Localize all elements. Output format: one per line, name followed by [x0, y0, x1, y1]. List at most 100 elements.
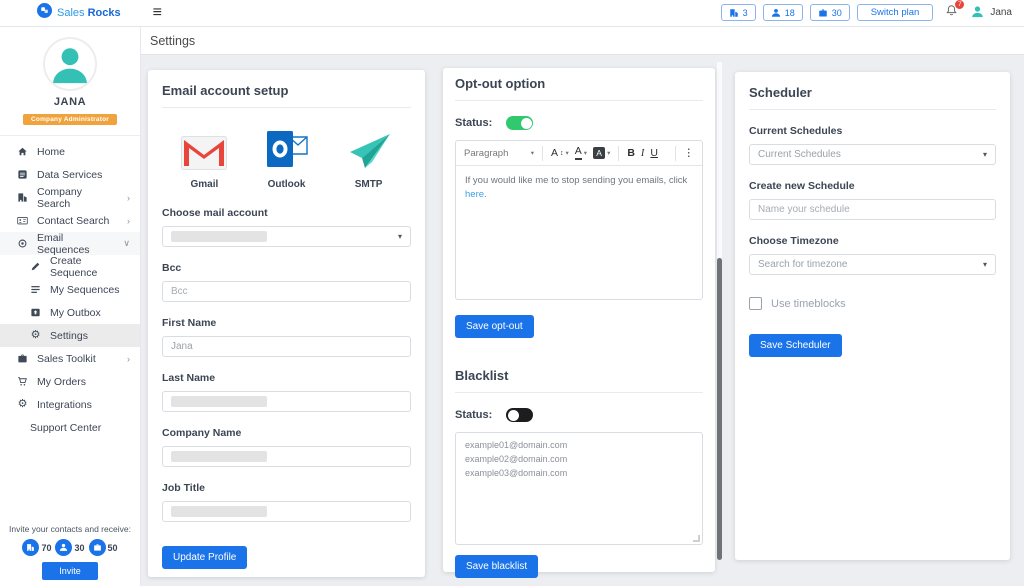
editor-content[interactable]: If you would like me to stop sending you… — [456, 166, 702, 299]
brand-name: Sales Rocks — [57, 7, 121, 19]
sidebar-item-email-sequences[interactable]: Email Sequences ∨ — [0, 232, 140, 255]
updown-arrow-icon: ↕ — [560, 150, 564, 157]
page-title: Settings — [150, 34, 195, 48]
toolkit-credits-button[interactable]: 30 — [810, 4, 850, 21]
invite-text: Invite your contacts and receive: — [0, 524, 140, 534]
more-options-icon[interactable]: ⋮ — [681, 147, 698, 159]
create-schedule-label: Create new Schedule — [749, 180, 996, 192]
notifications-button[interactable]: 7 — [945, 4, 958, 22]
save-optout-button[interactable]: Save opt-out — [455, 315, 534, 338]
select-placeholder: Current Schedules — [758, 149, 841, 160]
sidebar-item-label: My Sequences — [50, 284, 119, 296]
sidebar-item-integrations[interactable]: ⚙ Integrations — [0, 393, 140, 416]
bcc-label: Bcc — [162, 262, 411, 274]
brand-mark-icon — [37, 3, 52, 23]
bold-button[interactable]: B — [624, 147, 638, 159]
gear-icon: ⚙ — [17, 399, 28, 410]
blacklist-status-toggle[interactable] — [506, 408, 533, 422]
switch-plan-button[interactable]: Switch plan — [857, 4, 934, 21]
sidebar-item-label: Home — [37, 146, 65, 158]
sidebar-item-label: Data Services — [37, 169, 102, 181]
resize-handle[interactable] — [693, 535, 700, 542]
divider — [542, 146, 543, 161]
divider — [455, 100, 703, 101]
sidebar-item-label: Settings — [50, 330, 88, 342]
company-credits-button[interactable]: 3 — [721, 4, 756, 21]
contact-credits-button[interactable]: 18 — [763, 4, 803, 21]
underline-button[interactable]: U — [647, 147, 661, 159]
sidebar-item-my-outbox[interactable]: My Outbox — [0, 301, 140, 324]
invite-button[interactable]: Invite — [42, 562, 98, 580]
sidebar-item-contact-search[interactable]: Contact Search › — [0, 209, 140, 232]
timeblocks-label: Use timeblocks — [771, 298, 846, 310]
optout-here-link[interactable]: here — [465, 189, 484, 200]
provider-smtp[interactable]: SMTP — [328, 122, 409, 190]
sidebar-item-company-search[interactable]: Company Search › — [0, 186, 140, 209]
sidebar-item-settings[interactable]: ⚙ Settings — [0, 324, 140, 347]
bcc-input[interactable] — [162, 281, 411, 302]
contact-credits-count: 18 — [785, 8, 795, 18]
optout-blacklist-card: Opt-out option Status: Paragraph ▾ A↕ ▾ … — [443, 68, 715, 572]
avatar-icon — [970, 4, 985, 22]
email-account-setup-card: Email account setup Gmail Outlook SMTP C… — [148, 70, 425, 577]
redacted-value — [171, 451, 267, 462]
divider — [455, 392, 703, 393]
blacklist-title: Blacklist — [455, 368, 703, 383]
outlook-icon — [246, 122, 327, 170]
company-name-input[interactable] — [162, 446, 411, 467]
redacted-value — [171, 506, 267, 517]
company-credits-count: 3 — [743, 8, 748, 18]
redacted-value — [171, 396, 267, 407]
hamburger-icon[interactable]: ≡ — [153, 5, 162, 21]
sidebar: JANA Company Administrator Home Data Ser… — [0, 27, 141, 586]
outbox-icon — [30, 307, 41, 318]
sidebar-item-support-center[interactable]: Support Center — [0, 416, 140, 439]
sidebar-item-label: Sales Toolkit — [37, 353, 96, 365]
last-name-input[interactable] — [162, 391, 411, 412]
update-profile-button[interactable]: Update Profile — [162, 546, 247, 569]
avatar[interactable] — [43, 37, 97, 91]
use-timeblocks-row[interactable]: Use timeblocks — [749, 297, 996, 310]
caret-down-icon: ▾ — [566, 149, 569, 157]
optout-status-toggle[interactable] — [506, 116, 533, 130]
blacklist-textarea[interactable]: example01@domain.com example02@domain.co… — [455, 432, 703, 545]
save-blacklist-button[interactable]: Save blacklist — [455, 555, 538, 578]
background-color-icon: A — [593, 147, 605, 159]
sidebar-item-my-orders[interactable]: My Orders — [0, 370, 140, 393]
sidebar-item-label: Email Sequences — [37, 232, 114, 256]
save-scheduler-button[interactable]: Save Scheduler — [749, 334, 842, 357]
job-title-input[interactable] — [162, 501, 411, 522]
contact-card-icon — [17, 215, 28, 226]
user-menu[interactable]: Jana — [970, 4, 1012, 22]
font-size-button[interactable]: A↕ ▾ — [548, 147, 572, 159]
blacklist-placeholder-line: example03@domain.com — [465, 467, 693, 481]
blacklist-placeholder-line: example01@domain.com — [465, 439, 693, 453]
scrollbar-thumb[interactable] — [717, 258, 722, 560]
chevron-right-icon: › — [127, 216, 130, 226]
font-color-button[interactable]: A ▾ — [572, 146, 590, 160]
profile-name: JANA — [0, 96, 140, 108]
background-color-button[interactable]: A ▾ — [590, 147, 613, 159]
brand-logo[interactable]: Sales Rocks — [37, 3, 121, 23]
sidebar-item-sales-toolkit[interactable]: Sales Toolkit › — [0, 347, 140, 370]
schedule-name-input[interactable] — [749, 199, 996, 220]
mail-account-select[interactable]: ▾ — [162, 226, 411, 247]
top-bar: Sales Rocks ≡ 3 18 30 Switch plan 7 — [0, 0, 1024, 27]
scrollbar-track[interactable] — [717, 62, 722, 258]
sidebar-item-create-sequence[interactable]: Create Sequence — [0, 255, 140, 278]
briefcase-icon — [17, 353, 28, 364]
first-name-input[interactable] — [162, 336, 411, 357]
provider-gmail[interactable]: Gmail — [164, 122, 245, 190]
font-size-icon: A — [551, 147, 558, 159]
timeblocks-checkbox[interactable] — [749, 297, 762, 310]
current-schedules-select[interactable]: Current Schedules ▾ — [749, 144, 996, 165]
sidebar-item-data-services[interactable]: Data Services — [0, 163, 140, 186]
role-badge: Company Administrator — [23, 114, 117, 125]
provider-outlook[interactable]: Outlook — [246, 122, 327, 190]
sidebar-item-home[interactable]: Home — [0, 140, 140, 163]
sidebar-item-my-sequences[interactable]: My Sequences — [0, 278, 140, 301]
italic-button[interactable]: I — [638, 148, 648, 159]
toggle-knob — [521, 118, 532, 129]
timezone-select[interactable]: Search for timezone ▾ — [749, 254, 996, 275]
paragraph-style-dropdown[interactable]: Paragraph ▾ — [461, 148, 537, 159]
